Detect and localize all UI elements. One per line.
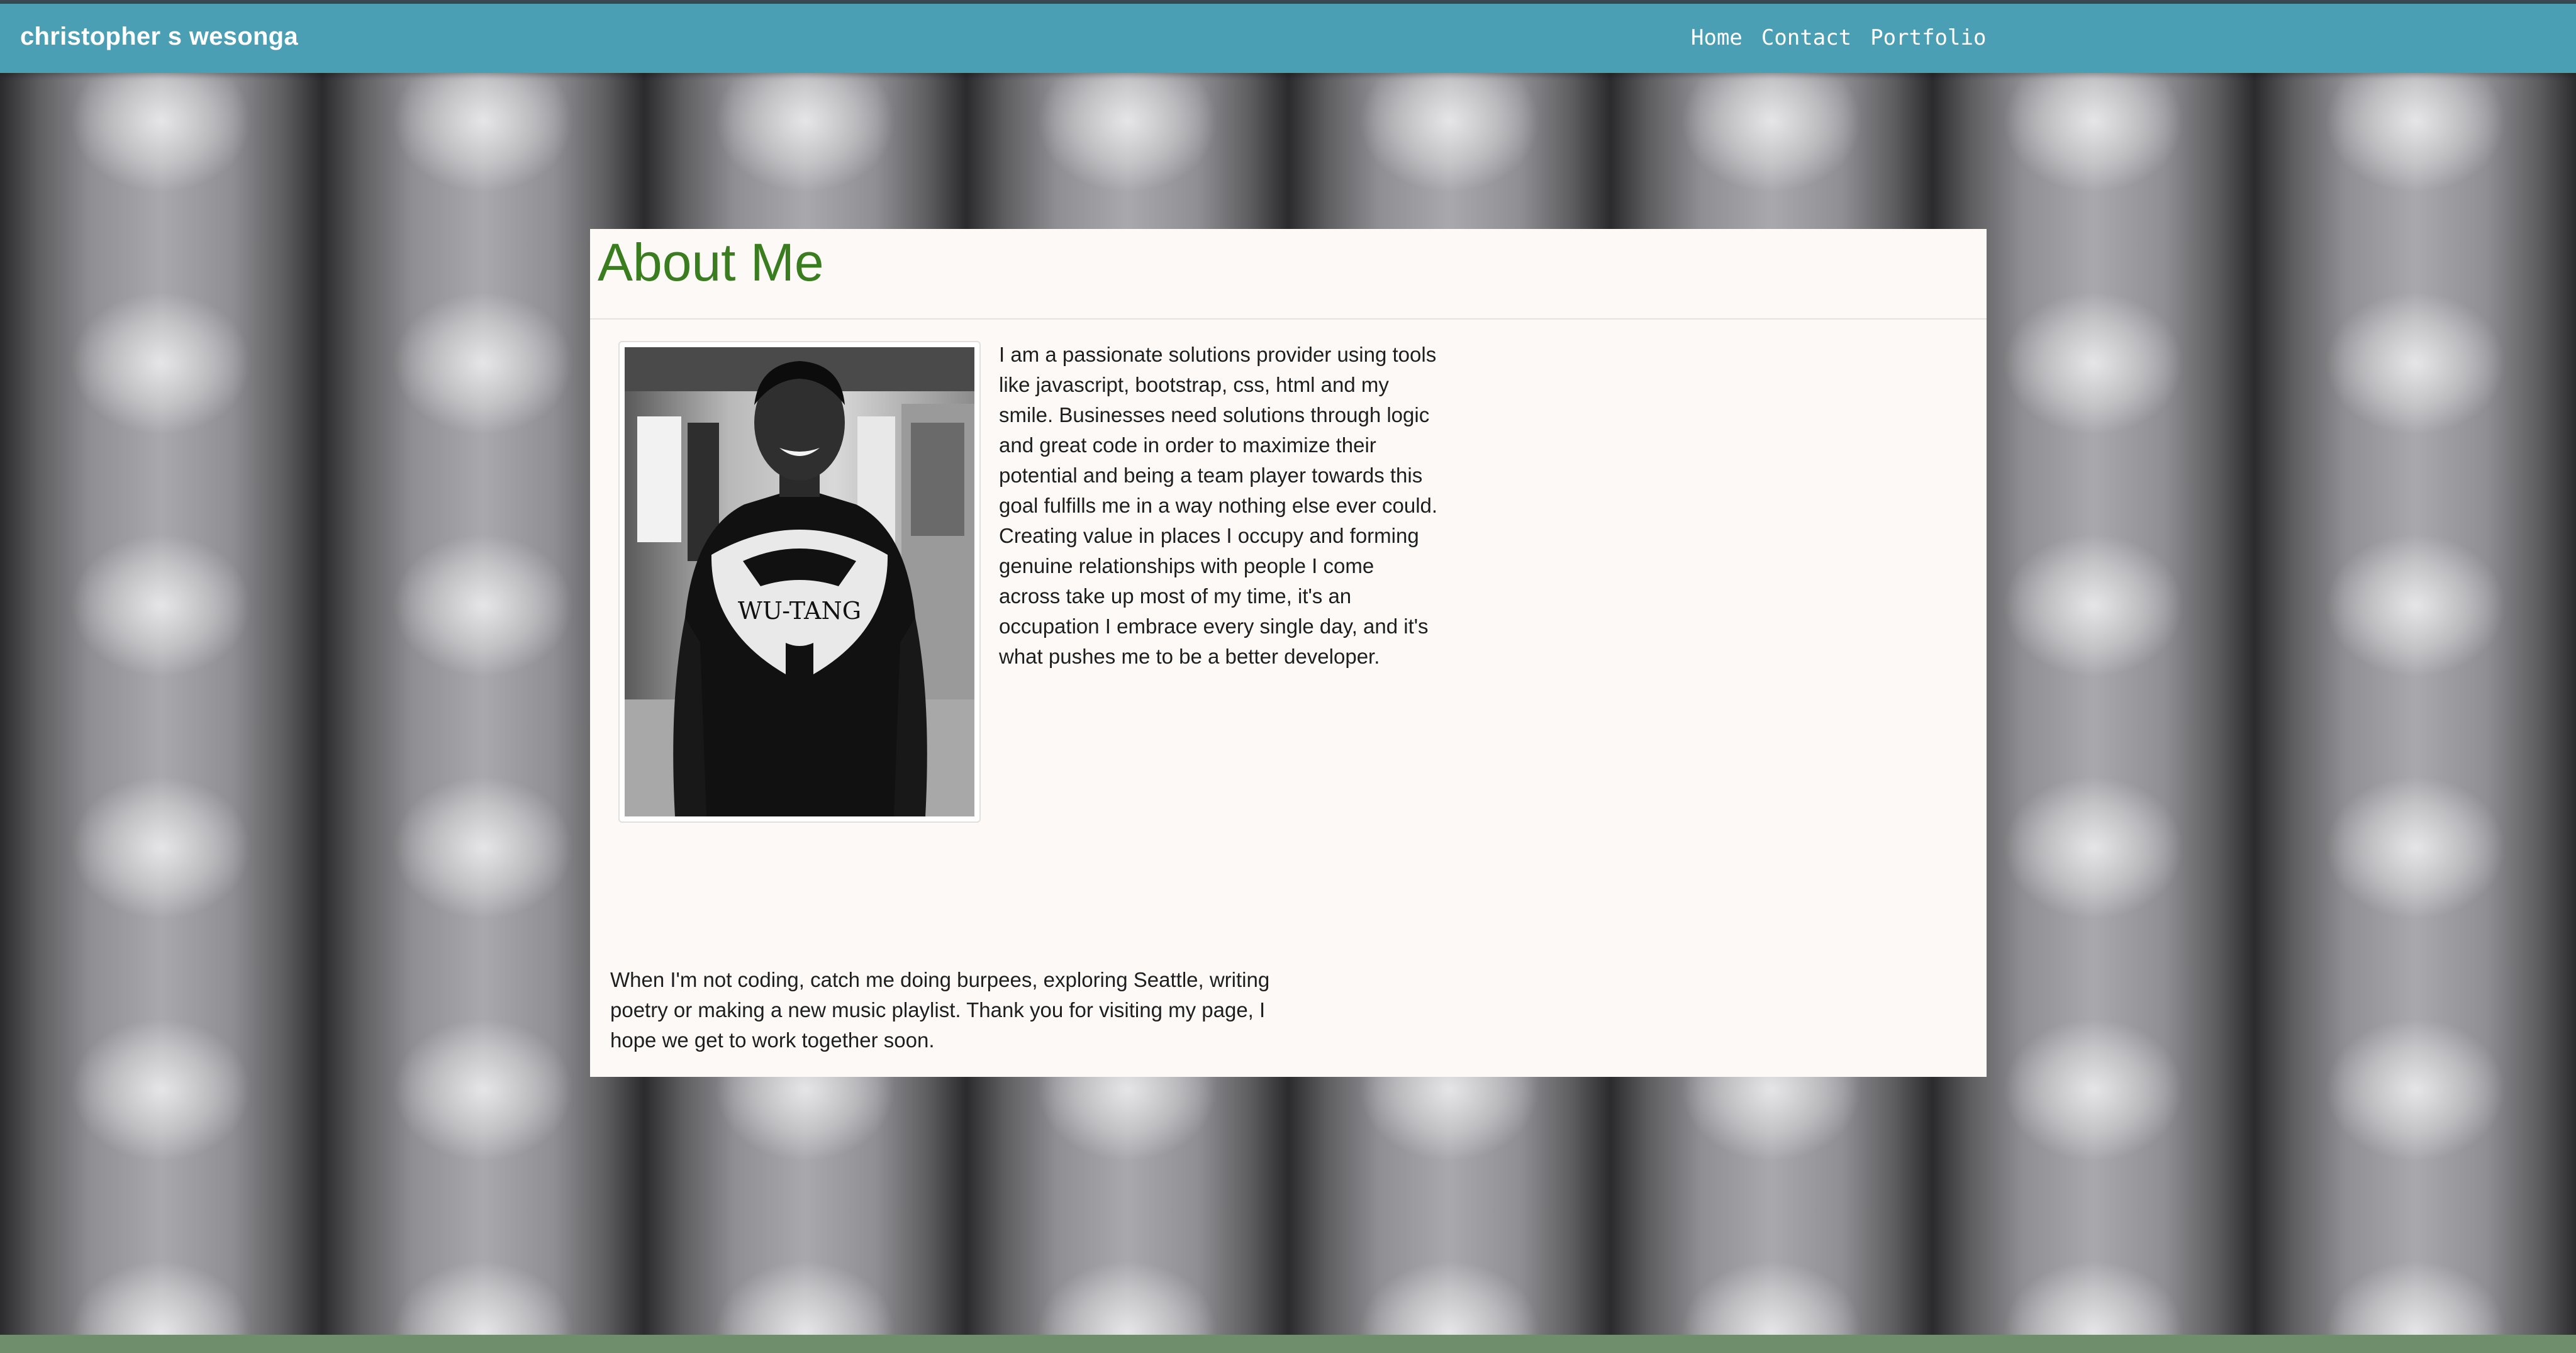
nav-link-portfolio[interactable]: Portfolio (1870, 25, 1986, 50)
profile-photo-illustration: WU-TANG (625, 347, 974, 816)
brand-link[interactable]: christopher s wesonga (20, 23, 298, 51)
card-header: About Me (590, 229, 1987, 320)
profile-photo-frame: WU-TANG (618, 341, 981, 823)
about-card: About Me WU-TANG I am a passionate solut… (590, 229, 1987, 1077)
bio-paragraph: I am a passionate solutions provider usi… (999, 343, 1438, 668)
profile-photo: WU-TANG (625, 347, 974, 816)
nav-link-contact[interactable]: Contact (1761, 25, 1851, 50)
page-title: About Me (598, 233, 824, 292)
nav-links: Home Contact Portfolio (1691, 25, 1986, 50)
navbar: christopher s wesonga Home Contact Portf… (0, 4, 2576, 73)
nav-link-home[interactable]: Home (1691, 25, 1742, 50)
outro-paragraph: When I'm not coding, catch me doing burp… (610, 968, 1270, 1052)
footer-bar (0, 1335, 2576, 1353)
shirt-logo-text: WU-TANG (738, 597, 861, 625)
